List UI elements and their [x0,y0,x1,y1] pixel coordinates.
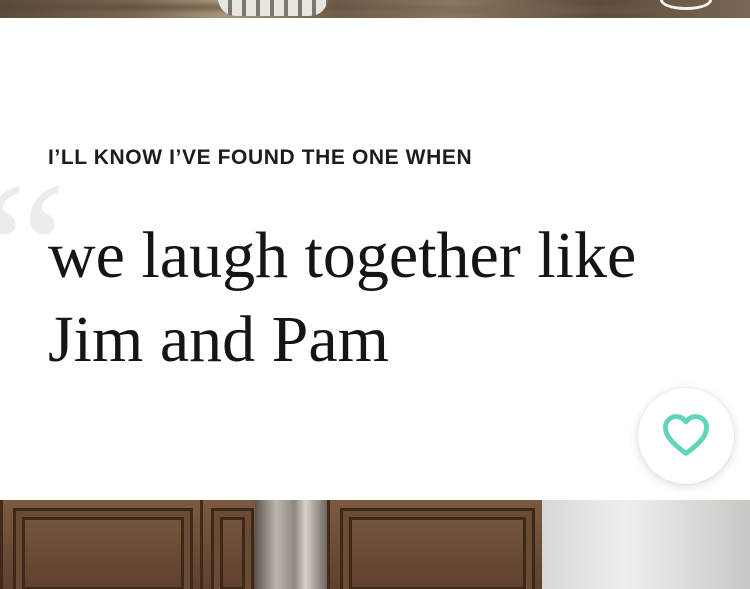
photo-detail-ring [660,0,712,10]
prompt-card: “ I’LL KNOW I’VE FOUND THE ONE WHEN we l… [0,18,750,500]
photo-detail-cabinet [200,500,258,589]
prompt-question: I’LL KNOW I’VE FOUND THE ONE WHEN [48,146,473,169]
photo-detail-mug [218,0,328,16]
photo-detail-wall [542,500,750,589]
profile-photo-top[interactable] [0,0,750,18]
photo-detail-cabinet [0,500,203,589]
prompt-answer: we laugh together like Jim and Pam [48,219,637,376]
profile-photo-bottom[interactable] [0,500,750,589]
photo-detail-pole [255,500,327,589]
like-prompt-button[interactable] [638,388,734,484]
photo-detail-cabinet [327,500,545,589]
heart-icon [662,414,710,456]
